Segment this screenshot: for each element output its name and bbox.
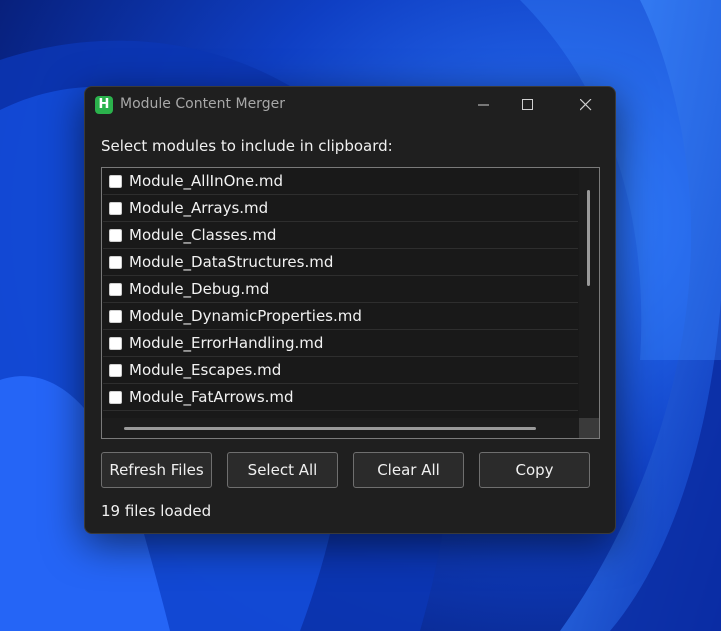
app-window: H Module Content Merger Select modules t… bbox=[84, 86, 616, 534]
list-item[interactable]: Module_DynamicProperties.md bbox=[103, 304, 578, 330]
list-item[interactable]: Module_FatArrows.md bbox=[103, 385, 578, 411]
instruction-label: Select modules to include in clipboard: bbox=[101, 137, 393, 155]
module-file-name: Module_DataStructures.md bbox=[129, 253, 334, 271]
copy-button[interactable]: Copy bbox=[479, 452, 590, 488]
horizontal-scrollbar[interactable] bbox=[102, 418, 579, 438]
scrollbar-corner bbox=[579, 418, 599, 438]
module-checkbox[interactable] bbox=[109, 229, 122, 242]
list-item[interactable]: Module_Debug.md bbox=[103, 277, 578, 303]
list-item[interactable]: Module_ErrorHandling.md bbox=[103, 331, 578, 357]
close-icon bbox=[580, 99, 592, 111]
vertical-scrollbar[interactable] bbox=[579, 168, 599, 418]
refresh-files-button[interactable]: Refresh Files bbox=[101, 452, 212, 488]
vertical-scroll-thumb[interactable] bbox=[587, 190, 590, 286]
module-file-name: Module_AllInOne.md bbox=[129, 172, 284, 190]
module-checkbox[interactable] bbox=[109, 175, 122, 188]
list-item[interactable]: Module_Escapes.md bbox=[103, 358, 578, 384]
list-item[interactable]: Module_AllInOne.md bbox=[103, 169, 578, 195]
module-file-name: Module_Arrays.md bbox=[129, 199, 269, 217]
module-file-name: Module_Classes.md bbox=[129, 226, 277, 244]
horizontal-scroll-thumb[interactable] bbox=[124, 427, 536, 430]
select-all-button[interactable]: Select All bbox=[227, 452, 338, 488]
module-file-name: Module_Debug.md bbox=[129, 280, 270, 298]
module-file-name: Module_DynamicProperties.md bbox=[129, 307, 362, 325]
minimize-button[interactable] bbox=[461, 87, 507, 123]
maximize-icon bbox=[522, 99, 533, 110]
module-file-list[interactable]: Module_AllInOne.md Module_Arrays.md Modu… bbox=[101, 167, 600, 439]
status-label: 19 files loaded bbox=[101, 502, 212, 520]
module-checkbox[interactable] bbox=[109, 310, 122, 323]
maximize-button[interactable] bbox=[505, 87, 551, 123]
module-checkbox[interactable] bbox=[109, 391, 122, 404]
module-checkbox[interactable] bbox=[109, 256, 122, 269]
module-file-name: Module_FatArrows.md bbox=[129, 388, 294, 406]
minimize-icon bbox=[478, 104, 489, 106]
list-item[interactable]: Module_Arrays.md bbox=[103, 196, 578, 222]
title-bar[interactable]: H Module Content Merger bbox=[85, 87, 615, 123]
list-item[interactable]: Module_DataStructures.md bbox=[103, 250, 578, 276]
window-title: Module Content Merger bbox=[120, 96, 285, 112]
module-file-name: Module_ErrorHandling.md bbox=[129, 334, 324, 352]
close-button[interactable] bbox=[563, 87, 609, 123]
module-checkbox[interactable] bbox=[109, 202, 122, 215]
list-item[interactable]: Module_Classes.md bbox=[103, 223, 578, 249]
module-checkbox[interactable] bbox=[109, 337, 122, 350]
clear-all-button[interactable]: Clear All bbox=[353, 452, 464, 488]
module-checkbox[interactable] bbox=[109, 283, 122, 296]
app-icon: H bbox=[95, 96, 113, 114]
module-checkbox[interactable] bbox=[109, 364, 122, 377]
module-file-name: Module_Escapes.md bbox=[129, 361, 282, 379]
